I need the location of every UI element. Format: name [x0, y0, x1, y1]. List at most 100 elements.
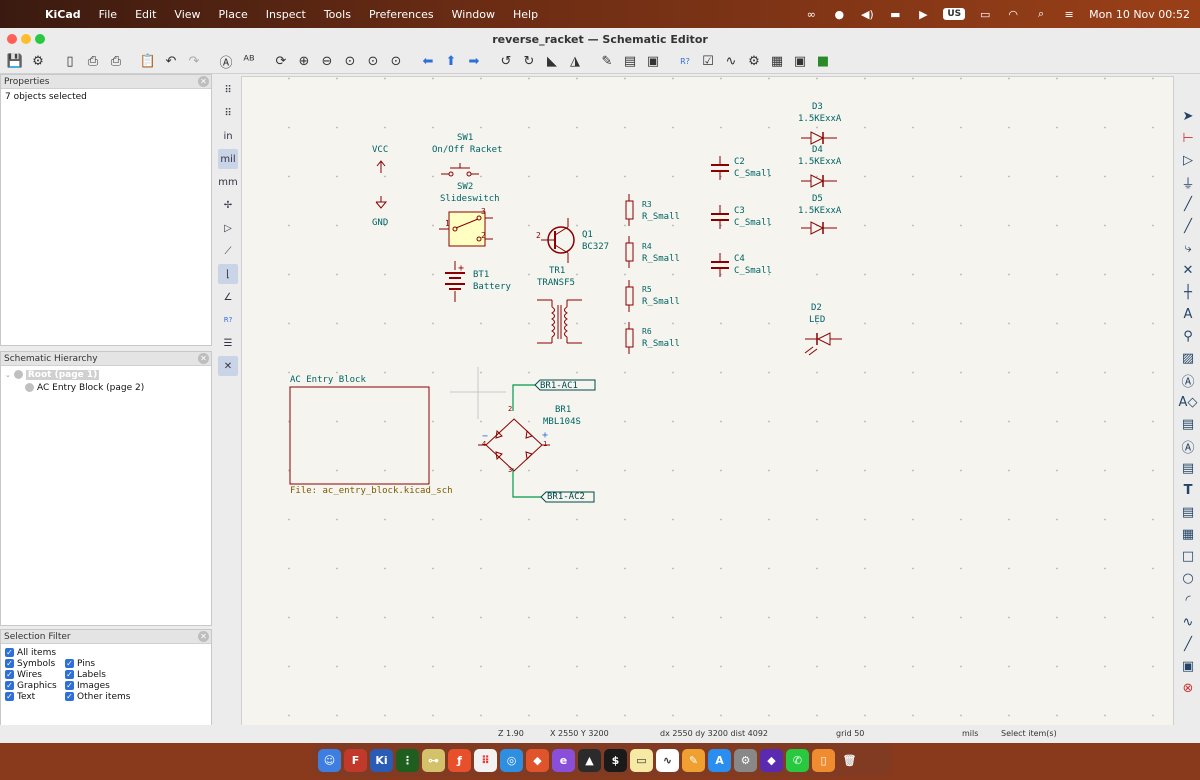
refresh-icon[interactable]: ⟳ — [270, 52, 292, 72]
add-line-icon[interactable]: ╱ — [1178, 634, 1198, 654]
menu-kicad[interactable]: KiCad — [36, 8, 90, 21]
grid-overrides-icon[interactable]: ⠿ — [218, 103, 238, 123]
control-center-icon[interactable]: ≡ — [1061, 8, 1077, 21]
pcb-app-icon[interactable]: ⋮ — [396, 748, 419, 772]
save-icon[interactable]: 💾 — [4, 52, 26, 72]
hierarchy-navigator-icon[interactable]: ☰ — [218, 333, 238, 353]
schematic-app-icon[interactable]: ⊶ — [422, 748, 445, 772]
close-panel-icon[interactable]: ✕ — [198, 631, 209, 642]
finder-icon[interactable]: ☺ — [318, 748, 341, 772]
zoom-fit-icon[interactable]: ⊙ — [339, 52, 361, 72]
add-rule-area-icon[interactable]: ▨ — [1178, 348, 1198, 368]
freecad-icon[interactable]: F — [344, 748, 367, 772]
creative-cloud-icon[interactable]: ∞ — [803, 8, 819, 21]
schematic-canvas[interactable]: VCC GND SW1 On/Off Racket SW2 Slideswitc… — [241, 76, 1174, 733]
add-hier-label-icon[interactable]: A◇ — [1178, 392, 1198, 412]
update-pcb-icon[interactable]: ▣ — [789, 52, 811, 72]
menu-place[interactable]: Place — [210, 8, 257, 21]
volume-icon[interactable]: ◀) — [859, 8, 875, 21]
simulator-icon[interactable]: ∿ — [720, 52, 742, 72]
filter-labels[interactable]: ✓ Labels — [65, 669, 145, 680]
add-power-icon[interactable]: ⏚ — [1178, 172, 1198, 192]
erc-icon[interactable]: ☑ — [697, 52, 719, 72]
open-pcb-editor-icon[interactable]: ■ — [812, 52, 834, 72]
br1-bridge-rectifier[interactable] — [478, 384, 550, 498]
q1-transistor[interactable] — [541, 218, 575, 263]
input-source-badge[interactable]: US — [943, 8, 966, 20]
symbol-editor-icon[interactable]: ✎ — [596, 52, 618, 72]
add-no-connect-icon[interactable]: ✕ — [1178, 260, 1198, 280]
tr1-transformer[interactable] — [537, 299, 582, 344]
add-image-icon[interactable]: ▣ — [1178, 656, 1198, 676]
zoom-in-icon[interactable]: ⊕ — [293, 52, 315, 72]
safari-icon[interactable]: ◎ — [500, 748, 523, 772]
menu-help[interactable]: Help — [504, 8, 547, 21]
checkbox-checked-icon[interactable]: ✓ — [65, 659, 74, 668]
c4-capacitor[interactable] — [711, 253, 729, 277]
add-bus-entry-icon[interactable]: ⤷ — [1178, 238, 1198, 258]
menu-inspect[interactable]: Inspect — [257, 8, 315, 21]
filter-other-items[interactable]: ✓ Other items — [65, 691, 145, 702]
bom-icon[interactable]: ▦ — [766, 52, 788, 72]
filter-graphics[interactable]: ✓ Graphics — [5, 680, 65, 691]
ac-entry-sheet-box[interactable] — [289, 386, 430, 485]
navigate-back-icon[interactable]: ⬅ — [417, 52, 439, 72]
cursor-style-icon[interactable]: ✢ — [218, 195, 238, 215]
filter-all-items[interactable]: ✓ All items — [5, 647, 65, 658]
tree-expand-icon[interactable]: ⌄ — [5, 371, 11, 379]
units-mm-button[interactable]: mm — [218, 172, 238, 192]
menu-view[interactable]: View — [165, 8, 209, 21]
r5-resistor[interactable] — [625, 280, 634, 312]
add-label-icon[interactable]: A — [1178, 304, 1198, 324]
paste-icon[interactable]: 📋 — [137, 52, 159, 72]
assign-footprints-icon[interactable]: ⚙ — [743, 52, 765, 72]
add-textbox-icon[interactable]: ▤ — [1178, 502, 1198, 522]
pages-icon[interactable]: ✎ — [682, 748, 705, 772]
pro-app-icon[interactable]: ▲ — [578, 748, 601, 772]
print-icon[interactable]: ⎙ — [82, 52, 104, 72]
trash-icon[interactable]: 🗑 — [838, 749, 861, 772]
redo-icon[interactable]: ↷ — [183, 52, 205, 72]
select-tool-icon[interactable]: ➤ — [1178, 106, 1198, 126]
add-symbol-icon[interactable]: ▷ — [1178, 150, 1198, 170]
minimize-window-button[interactable] — [21, 34, 31, 44]
brave-icon[interactable]: ◆ — [526, 748, 549, 772]
navigate-forward-icon[interactable]: ➡ — [463, 52, 485, 72]
battery-icon[interactable]: ▭ — [977, 8, 993, 21]
add-global-label-icon[interactable]: Ⓐ — [1178, 370, 1198, 390]
add-table-icon[interactable]: ▦ — [1178, 524, 1198, 544]
filter-symbols[interactable]: ✓ Symbols — [5, 658, 65, 669]
notes-icon[interactable]: ▭ — [630, 748, 653, 772]
c3-capacitor[interactable] — [711, 205, 729, 229]
find-icon[interactable]: Ⓐ — [215, 52, 237, 72]
find-replace-icon[interactable]: ᴬᴮ — [238, 52, 260, 72]
navigate-up-icon[interactable]: ⬆ — [440, 52, 462, 72]
add-arc-icon[interactable]: ◜ — [1178, 590, 1198, 610]
delete-tool-icon[interactable]: ⊗ — [1178, 678, 1198, 698]
close-panel-icon[interactable]: ✕ — [198, 76, 209, 87]
page-settings-icon[interactable]: ▯ — [59, 52, 81, 72]
tree-item-root[interactable]: ⌄ Root (page 1) — [5, 368, 207, 381]
system-settings-icon[interactable]: ⚙ — [734, 748, 757, 772]
units-mil-button[interactable]: mil — [218, 149, 238, 169]
play-icon[interactable]: ▶ — [915, 8, 931, 21]
vcc-power-symbol[interactable] — [376, 160, 386, 173]
gnd-power-symbol[interactable] — [375, 196, 388, 209]
hidden-pins-icon[interactable]: ▷ — [218, 218, 238, 238]
checkbox-checked-icon[interactable]: ✓ — [65, 681, 74, 690]
add-text-icon[interactable]: T — [1178, 480, 1198, 500]
books-icon[interactable]: ▯ — [812, 748, 835, 772]
filter-images[interactable]: ✓ Images — [65, 680, 145, 691]
app-e-icon[interactable]: e — [552, 748, 575, 772]
zoom-objects-icon[interactable]: ⊙ — [362, 52, 384, 72]
close-window-button[interactable] — [7, 34, 17, 44]
annotation-icon[interactable]: R? — [218, 310, 238, 330]
d3-diode[interactable] — [801, 131, 837, 145]
add-junction-icon[interactable]: ┼ — [1178, 282, 1198, 302]
close-panel-icon[interactable]: ✕ — [198, 353, 209, 364]
checkbox-checked-icon[interactable]: ✓ — [5, 648, 14, 657]
zoom-window-button[interactable] — [35, 34, 45, 44]
import-sheet-pin-icon[interactable]: Ⓐ — [1178, 436, 1198, 456]
menu-file[interactable]: File — [90, 8, 126, 21]
add-sheet-icon[interactable]: ▤ — [1178, 414, 1198, 434]
